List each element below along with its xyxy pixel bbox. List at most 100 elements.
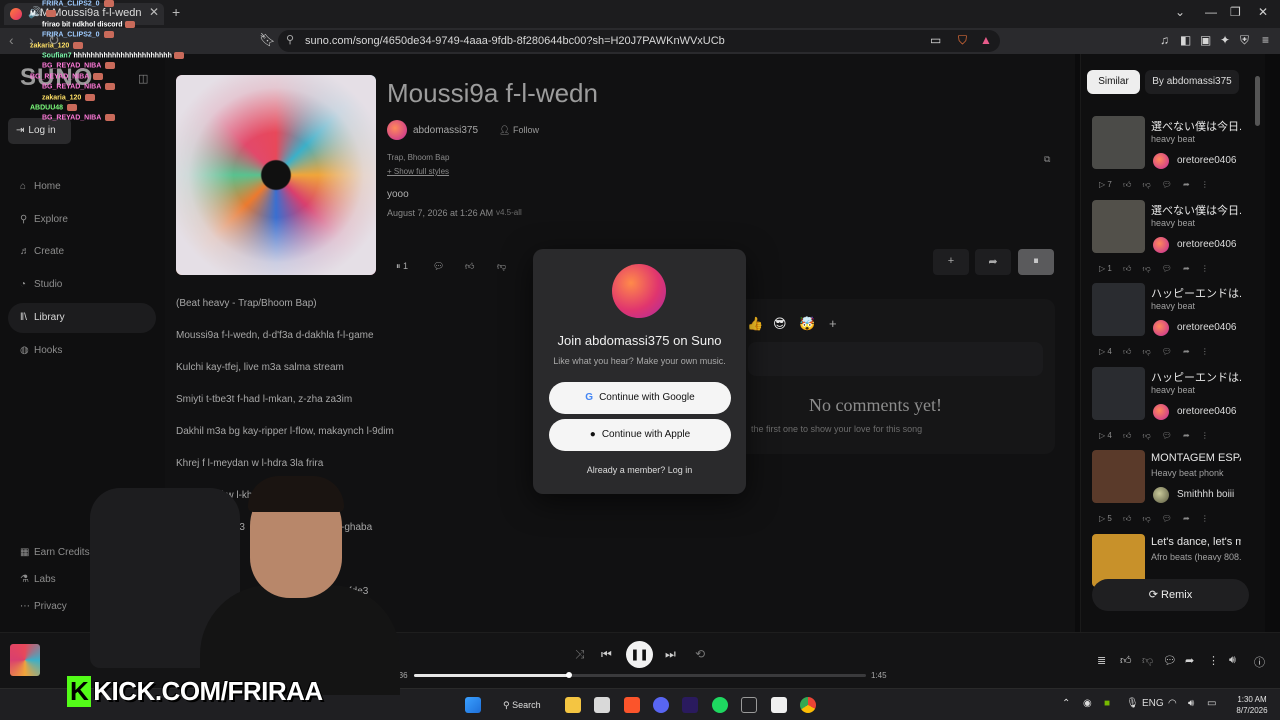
reaction-cool[interactable]: 😎: [773, 316, 787, 332]
wallet-icon[interactable]: ▣: [1200, 33, 1211, 47]
nav-item-privacy[interactable]: ⋯ Privacy: [8, 592, 156, 622]
similar-song-artist[interactable]: oretoree0406: [1177, 406, 1237, 417]
similar-song-thumbnail[interactable]: [1092, 199, 1145, 253]
discord-icon[interactable]: [653, 697, 669, 713]
queue-icon[interactable]: ≣: [1097, 654, 1106, 667]
browser-tab[interactable]: 🔊 M Moussi9a f-l-wedn ✕: [4, 3, 164, 25]
cast-icon[interactable]: ▭: [930, 33, 941, 47]
play-icon[interactable]: ▷: [1099, 180, 1105, 189]
nav-item-hooks[interactable]: ◍ Hooks: [8, 336, 156, 366]
play-count[interactable]: ⏸ 1: [396, 261, 408, 272]
notepad-icon[interactable]: [771, 697, 787, 713]
similar-song-thumbnail[interactable]: [1092, 366, 1145, 420]
nav-item-labs[interactable]: ⚗ Labs: [8, 565, 156, 595]
tray-app-icon[interactable]: ◉: [1083, 698, 1092, 709]
artist-avatar[interactable]: [387, 120, 407, 140]
share-icon[interactable]: ➦: [1183, 264, 1190, 273]
snipping-tool-icon[interactable]: [594, 697, 610, 713]
nvidia-icon[interactable]: ■: [1104, 698, 1110, 709]
chrome-icon[interactable]: [800, 697, 816, 713]
artist-name[interactable]: abdomassi375: [413, 125, 478, 136]
dislike-icon[interactable]: 👎︎: [1142, 514, 1150, 523]
reaction-thumbs-up[interactable]: 👍: [747, 316, 763, 332]
share-icon[interactable]: ➦: [1183, 431, 1190, 440]
similar-song-thumbnail[interactable]: [1092, 283, 1145, 336]
share-icon[interactable]: ➦: [1183, 514, 1190, 523]
file-explorer-icon[interactable]: [565, 697, 581, 713]
seek-bar-handle[interactable]: [566, 672, 573, 678]
similar-song-artist-avatar[interactable]: [1153, 403, 1169, 420]
battery-icon[interactable]: ▭: [1207, 698, 1216, 709]
repeat-icon[interactable]: ⟲: [695, 647, 705, 661]
more-icon[interactable]: ⋮: [1208, 654, 1219, 667]
now-playing-thumbnail[interactable]: [10, 644, 40, 676]
more-icon[interactable]: ⋮: [1201, 347, 1209, 356]
login-button[interactable]: ⇥ Log in: [8, 118, 71, 144]
start-menu-icon[interactable]: [465, 697, 481, 713]
suno-logo[interactable]: SUNO: [20, 64, 93, 92]
brave-shield-icon[interactable]: ⛉: [958, 33, 967, 48]
vpn-icon[interactable]: ⛨: [1240, 33, 1249, 48]
similar-song-artist[interactable]: oretoree0406: [1177, 155, 1237, 166]
similar-song-title[interactable]: ハッピーエンドは...: [1151, 285, 1241, 301]
comment-input[interactable]: [748, 342, 1043, 376]
tray-chevron-icon[interactable]: ⌃: [1062, 698, 1070, 709]
continue-with-apple-button[interactable]: ● Continue with Apple: [549, 419, 731, 451]
song-cover-image[interactable]: [176, 75, 376, 275]
continue-with-google-button[interactable]: G Continue with Google: [549, 382, 731, 414]
share-button[interactable]: ➦: [975, 249, 1011, 275]
more-icon[interactable]: ⋮: [1201, 264, 1209, 273]
rewards-icon[interactable]: ▲: [980, 33, 992, 47]
previous-icon[interactable]: ⏮: [601, 647, 612, 662]
reaction-mind-blown[interactable]: 🤯: [799, 316, 815, 332]
nav-item-home[interactable]: ⌂ Home: [8, 172, 156, 202]
remix-button[interactable]: ⟳ Remix: [1092, 579, 1249, 611]
similar-song-artist-avatar[interactable]: [1153, 153, 1169, 169]
nav-item-explore[interactable]: ⚲ Explore: [8, 205, 156, 235]
leo-ai-icon[interactable]: ✦: [1220, 33, 1230, 47]
copy-icon[interactable]: ⧉: [1044, 154, 1050, 165]
similar-song-artist[interactable]: oretoree0406: [1177, 322, 1237, 333]
share-icon[interactable]: ➦: [1183, 180, 1190, 189]
dislike-icon[interactable]: 👎︎: [1142, 431, 1150, 440]
play-pause-button[interactable]: ❚❚: [626, 641, 653, 668]
play-icon[interactable]: ▷: [1099, 431, 1105, 440]
maximize-icon[interactable]: ❐: [1230, 5, 1241, 19]
more-icon[interactable]: ⋮: [1201, 180, 1209, 189]
more-icon[interactable]: ⋮: [1201, 514, 1209, 523]
reload-icon[interactable]: ↻: [48, 32, 60, 49]
similar-song-artist[interactable]: oretoree0406: [1177, 239, 1237, 250]
microphone-icon[interactable]: 🎙︎: [1126, 698, 1139, 709]
dislike-icon[interactable]: 👎︎: [497, 261, 506, 272]
share-icon[interactable]: ➦: [1183, 347, 1190, 356]
taskbar-search[interactable]: ⚲ Search: [497, 694, 549, 716]
back-icon[interactable]: ‹: [9, 32, 14, 48]
comment-icon[interactable]: 💬︎: [1162, 264, 1172, 273]
comment-icon[interactable]: 💬︎: [1162, 347, 1172, 356]
like-icon[interactable]: 👍︎: [465, 261, 474, 272]
add-reaction-icon[interactable]: +: [829, 316, 837, 331]
minimize-icon[interactable]: —: [1205, 5, 1217, 19]
similar-song-title[interactable]: ハッピーエンドは...: [1151, 369, 1241, 385]
similar-song-artist[interactable]: Smithhh boiii: [1177, 489, 1234, 500]
tab-by-artist[interactable]: By abdomassi375: [1145, 70, 1239, 94]
premiere-pro-icon[interactable]: [682, 697, 698, 713]
forward-icon[interactable]: ›: [29, 32, 34, 48]
new-tab-icon[interactable]: +: [172, 4, 180, 20]
url-field[interactable]: ⚲ suno.com/song/4650de34-9749-4aaa-9fdb-…: [278, 30, 1000, 52]
more-icon[interactable]: ⋮: [1201, 431, 1209, 440]
modal-login-link[interactable]: Already a member? Log in: [533, 465, 746, 475]
play-icon[interactable]: ▷: [1099, 347, 1105, 356]
keyboard-lang[interactable]: ENG: [1142, 698, 1164, 709]
show-full-styles-link[interactable]: + Show full styles: [387, 167, 449, 176]
next-icon[interactable]: ⏭: [665, 647, 676, 662]
comment-icon[interactable]: 💬︎: [433, 261, 444, 272]
like-icon[interactable]: 👍︎: [1123, 347, 1131, 356]
like-icon[interactable]: 👍︎: [1123, 180, 1131, 189]
site-info-icon[interactable]: ⚲: [286, 33, 294, 46]
nav-item-library[interactable]: ‖\ Library: [8, 303, 156, 333]
brave-browser-icon[interactable]: [624, 697, 640, 713]
system-clock[interactable]: 1:30 AM 8/7/2026: [1230, 694, 1274, 716]
similar-song-title[interactable]: 選べない僕は今日...: [1151, 202, 1241, 218]
nav-item-create[interactable]: ♬ Create: [8, 237, 156, 267]
